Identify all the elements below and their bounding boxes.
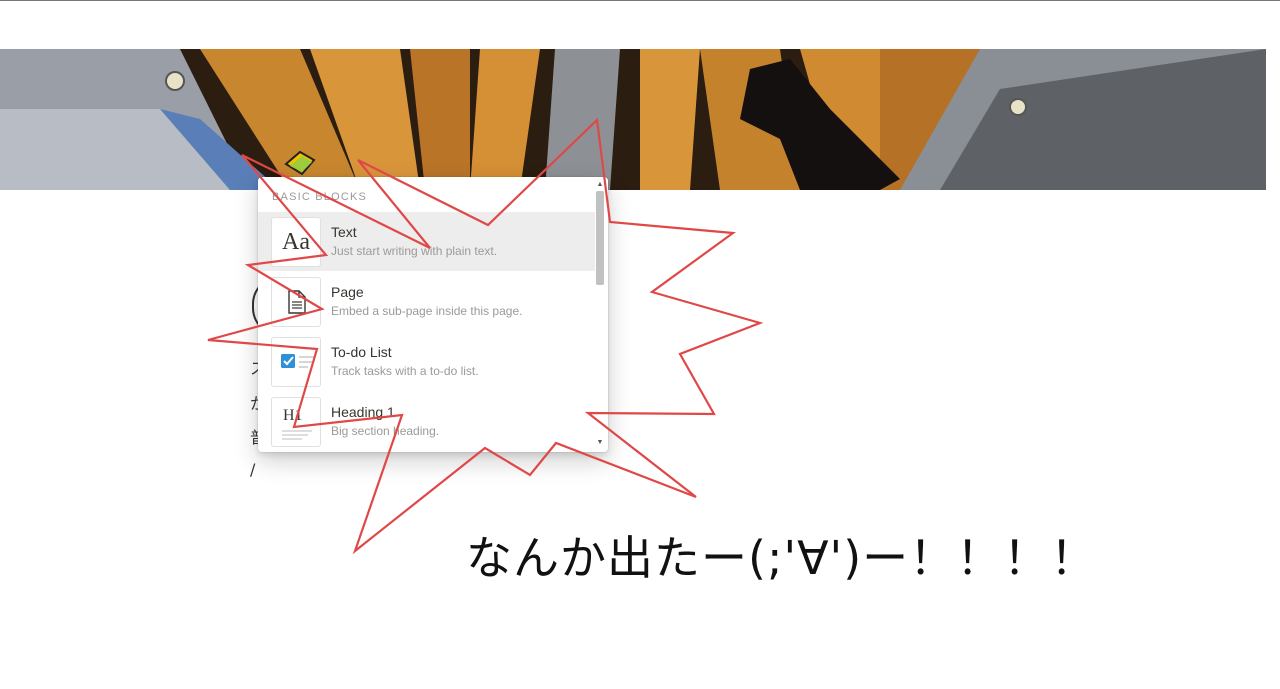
menu-item-heading-1[interactable]: H1 Heading 1 Big section heading. [258, 392, 595, 451]
scroll-up-arrow-icon[interactable]: ▲ [595, 181, 605, 189]
checkbox-icon [281, 354, 314, 368]
scroll-thumb[interactable] [596, 191, 604, 285]
page-emoji-icon [284, 150, 316, 176]
menu-item-text[interactable]: Aa Text Just start writing with plain te… [258, 212, 595, 271]
page-cover-image[interactable] [0, 49, 1266, 190]
screen: ス か 普 / BASIC BLOCKS Aa Text Just start … [0, 0, 1280, 689]
slash-command-menu: BASIC BLOCKS Aa Text Just start writing … [258, 177, 608, 452]
menu-section-label: BASIC BLOCKS [272, 191, 368, 203]
menu-item-todo-list[interactable]: To-do List Track tasks with a to-do list… [258, 332, 595, 391]
annotation-caption: なんか出たー(;'∀')ー！！！！ [466, 531, 1098, 585]
page-block-thumb [271, 277, 321, 327]
text-block-thumb: Aa [271, 217, 321, 267]
slash-command-input[interactable]: / [250, 460, 255, 479]
heading-block-thumb: H1 [271, 397, 321, 447]
window-top-border [0, 0, 1280, 1]
menu-item-title: Text [331, 224, 357, 240]
page-icon [288, 290, 306, 314]
menu-item-title: Heading 1 [331, 404, 395, 420]
menu-item-description: Just start writing with plain text. [331, 244, 498, 258]
menu-scrollbar[interactable]: ▲ ▼ [595, 181, 605, 447]
cover-photo-art [0, 49, 1266, 190]
menu-item-description: Big section heading. [331, 424, 440, 438]
menu-item-title: Page [331, 284, 364, 300]
scroll-down-arrow-icon[interactable]: ▼ [595, 439, 605, 447]
text-aa-icon: Aa [282, 229, 310, 255]
menu-item-title: To-do List [331, 344, 392, 360]
todo-block-thumb [271, 337, 321, 387]
menu-item-description: Embed a sub-page inside this page. [331, 304, 523, 318]
heading-lines-icon [282, 430, 312, 440]
menu-item-page[interactable]: Page Embed a sub-page inside this page. [258, 272, 595, 331]
menu-item-description: Track tasks with a to-do list. [331, 364, 479, 378]
